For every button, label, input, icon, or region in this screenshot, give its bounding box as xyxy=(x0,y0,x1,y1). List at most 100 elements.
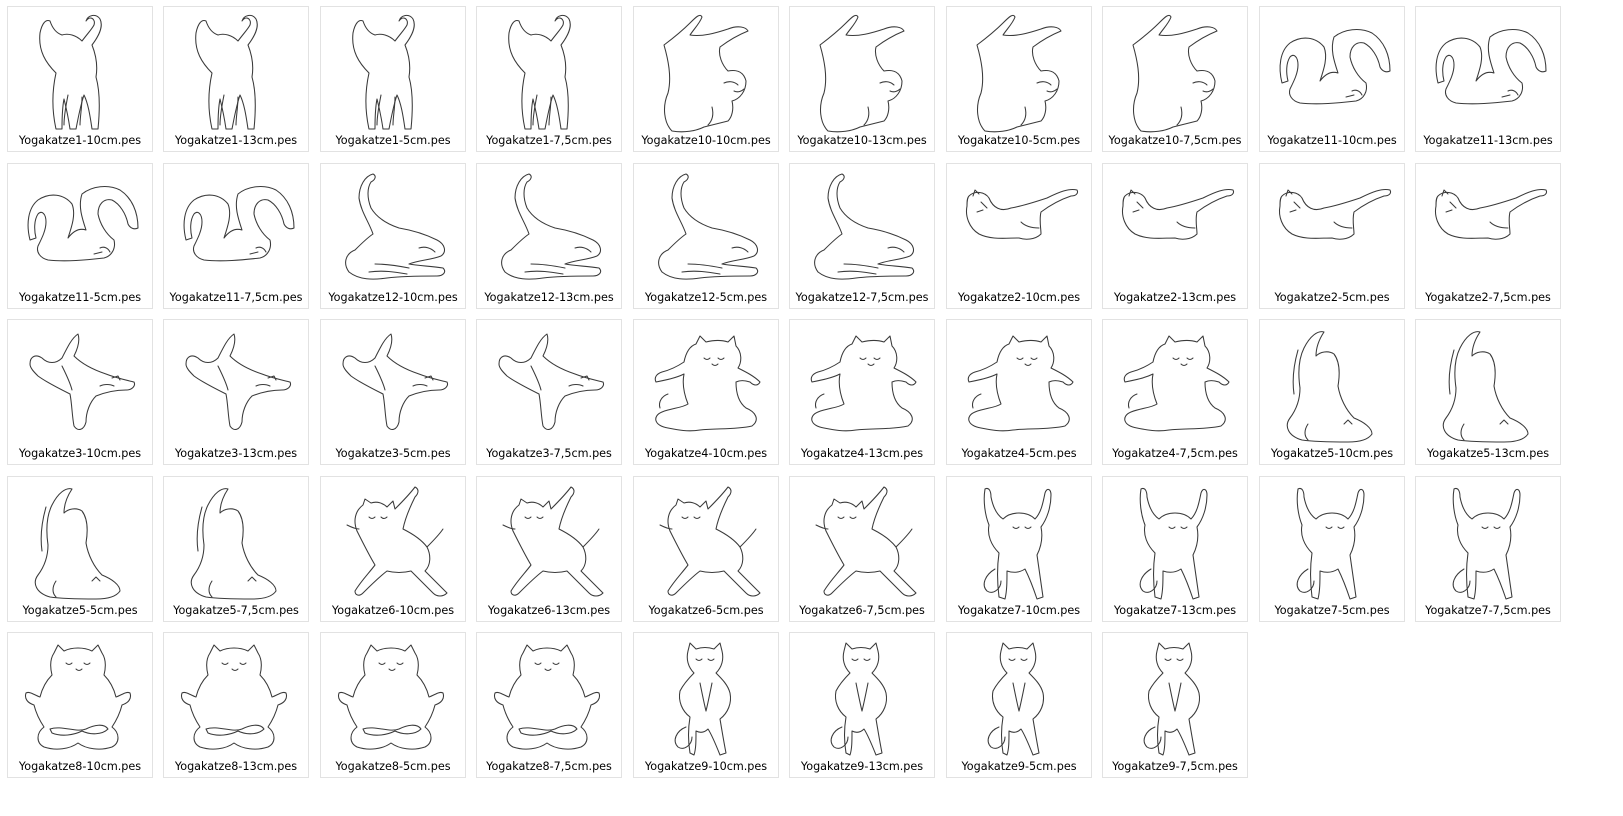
file-item[interactable]: Yogakatze9-5cm.pes xyxy=(946,632,1092,778)
file-item[interactable]: Yogakatze8-10cm.pes xyxy=(7,632,153,778)
file-thumbnail xyxy=(329,11,459,135)
file-thumbnail xyxy=(798,168,928,292)
file-item[interactable]: Yogakatze4-10cm.pes xyxy=(633,319,779,465)
file-item[interactable]: Yogakatze11-10cm.pes xyxy=(1259,6,1405,152)
file-item[interactable]: Yogakatze11-13cm.pes xyxy=(1415,6,1561,152)
file-item[interactable]: Yogakatze10-7,5cm.pes xyxy=(1102,6,1248,152)
file-thumbnail xyxy=(955,481,1085,605)
file-item[interactable]: Yogakatze3-7,5cm.pes xyxy=(476,319,622,465)
file-item[interactable]: Yogakatze9-13cm.pes xyxy=(789,632,935,778)
cat-outline-icon xyxy=(674,642,731,756)
cat-outline-icon xyxy=(976,14,1062,133)
file-thumbnail xyxy=(642,11,772,135)
file-thumbnail xyxy=(798,637,928,761)
cat-outline-icon xyxy=(967,335,1074,432)
file-item[interactable]: Yogakatze5-5cm.pes xyxy=(7,476,153,622)
cat-outline-icon xyxy=(502,486,604,597)
file-item[interactable]: Yogakatze10-5cm.pes xyxy=(946,6,1092,152)
file-item[interactable]: Yogakatze8-5cm.pes xyxy=(320,632,466,778)
cat-outline-icon xyxy=(1442,331,1529,443)
cat-outline-icon xyxy=(34,488,121,600)
file-item[interactable]: Yogakatze1-10cm.pes xyxy=(7,6,153,152)
file-item[interactable]: Yogakatze11-7,5cm.pes xyxy=(163,163,309,309)
cat-outline-icon xyxy=(1286,331,1373,443)
file-item[interactable]: Yogakatze10-13cm.pes xyxy=(789,6,935,152)
file-item[interactable]: Yogakatze11-5cm.pes xyxy=(7,163,153,309)
file-name: Yogakatze11-7,5cm.pes xyxy=(169,291,303,304)
file-thumbnail xyxy=(16,168,146,292)
file-item[interactable]: Yogakatze2-10cm.pes xyxy=(946,163,1092,309)
file-item[interactable]: Yogakatze5-10cm.pes xyxy=(1259,319,1405,465)
file-item[interactable]: Yogakatze5-7,5cm.pes xyxy=(163,476,309,622)
file-name: Yogakatze5-13cm.pes xyxy=(1426,447,1550,460)
file-item[interactable]: Yogakatze1-13cm.pes xyxy=(163,6,309,152)
file-thumbnail xyxy=(16,481,146,605)
cat-outline-icon xyxy=(1435,28,1547,105)
cat-outline-icon xyxy=(493,644,601,750)
file-thumbnail xyxy=(955,637,1085,761)
file-item[interactable]: Yogakatze8-7,5cm.pes xyxy=(476,632,622,778)
cat-outline-icon xyxy=(819,14,905,133)
file-name: Yogakatze9-13cm.pes xyxy=(800,760,924,773)
file-thumbnail xyxy=(1111,637,1241,761)
file-item[interactable]: Yogakatze12-7,5cm.pes xyxy=(789,163,935,309)
file-item[interactable]: Yogakatze7-5cm.pes xyxy=(1259,476,1405,622)
file-item[interactable]: Yogakatze1-5cm.pes xyxy=(320,6,466,152)
file-name: Yogakatze7-5cm.pes xyxy=(1274,604,1390,617)
file-item[interactable]: Yogakatze12-10cm.pes xyxy=(320,163,466,309)
file-thumbnail xyxy=(1111,168,1241,292)
file-thumbnail xyxy=(329,481,459,605)
file-thumbnail xyxy=(485,324,615,448)
cat-outline-icon xyxy=(183,185,295,262)
file-thumbnail xyxy=(955,168,1085,292)
cat-outline-icon xyxy=(815,486,917,597)
file-item[interactable]: Yogakatze3-10cm.pes xyxy=(7,319,153,465)
file-name: Yogakatze11-5cm.pes xyxy=(18,291,142,304)
file-thumbnail xyxy=(172,11,302,135)
file-item[interactable]: Yogakatze2-7,5cm.pes xyxy=(1415,163,1561,309)
file-item[interactable]: Yogakatze3-5cm.pes xyxy=(320,319,466,465)
file-name: Yogakatze8-5cm.pes xyxy=(335,760,451,773)
cat-outline-icon xyxy=(966,188,1079,240)
file-item[interactable]: Yogakatze12-13cm.pes xyxy=(476,163,622,309)
file-thumbnail xyxy=(329,637,459,761)
file-item[interactable]: Yogakatze10-10cm.pes xyxy=(633,6,779,152)
file-thumbnail xyxy=(1111,481,1241,605)
cat-outline-icon xyxy=(654,335,761,432)
cat-outline-icon xyxy=(190,488,277,600)
cat-outline-icon xyxy=(346,486,448,597)
file-item[interactable]: Yogakatze6-7,5cm.pes xyxy=(789,476,935,622)
file-thumbnail xyxy=(798,11,928,135)
file-item[interactable]: Yogakatze3-13cm.pes xyxy=(163,319,309,465)
file-item[interactable]: Yogakatze2-5cm.pes xyxy=(1259,163,1405,309)
file-item[interactable]: Yogakatze8-13cm.pes xyxy=(163,632,309,778)
file-item[interactable]: Yogakatze6-13cm.pes xyxy=(476,476,622,622)
file-name: Yogakatze12-7,5cm.pes xyxy=(795,291,929,304)
file-item[interactable]: Yogakatze1-7,5cm.pes xyxy=(476,6,622,152)
file-item[interactable]: Yogakatze4-13cm.pes xyxy=(789,319,935,465)
file-thumbnail xyxy=(485,481,615,605)
file-name: Yogakatze5-7,5cm.pes xyxy=(173,604,299,617)
file-item[interactable]: Yogakatze2-13cm.pes xyxy=(1102,163,1248,309)
file-item[interactable]: Yogakatze7-13cm.pes xyxy=(1102,476,1248,622)
file-item[interactable]: Yogakatze7-7,5cm.pes xyxy=(1415,476,1561,622)
file-item[interactable]: Yogakatze4-5cm.pes xyxy=(946,319,1092,465)
file-thumbnail xyxy=(1111,11,1241,135)
cat-outline-icon xyxy=(1279,28,1391,105)
file-item[interactable]: Yogakatze5-13cm.pes xyxy=(1415,319,1561,465)
file-name: Yogakatze1-10cm.pes xyxy=(18,134,142,147)
file-item[interactable]: Yogakatze9-7,5cm.pes xyxy=(1102,632,1248,778)
file-item[interactable]: Yogakatze4-7,5cm.pes xyxy=(1102,319,1248,465)
file-thumbnail xyxy=(798,481,928,605)
file-item[interactable]: Yogakatze6-5cm.pes xyxy=(633,476,779,622)
file-thumbnail xyxy=(485,637,615,761)
cat-outline-icon xyxy=(498,333,605,431)
file-thumbnail xyxy=(642,481,772,605)
file-thumbnail xyxy=(955,324,1085,448)
file-thumbnail xyxy=(1424,11,1554,135)
file-item[interactable]: Yogakatze12-5cm.pes xyxy=(633,163,779,309)
file-name: Yogakatze1-13cm.pes xyxy=(174,134,298,147)
file-item[interactable]: Yogakatze7-10cm.pes xyxy=(946,476,1092,622)
file-item[interactable]: Yogakatze6-10cm.pes xyxy=(320,476,466,622)
file-item[interactable]: Yogakatze9-10cm.pes xyxy=(633,632,779,778)
